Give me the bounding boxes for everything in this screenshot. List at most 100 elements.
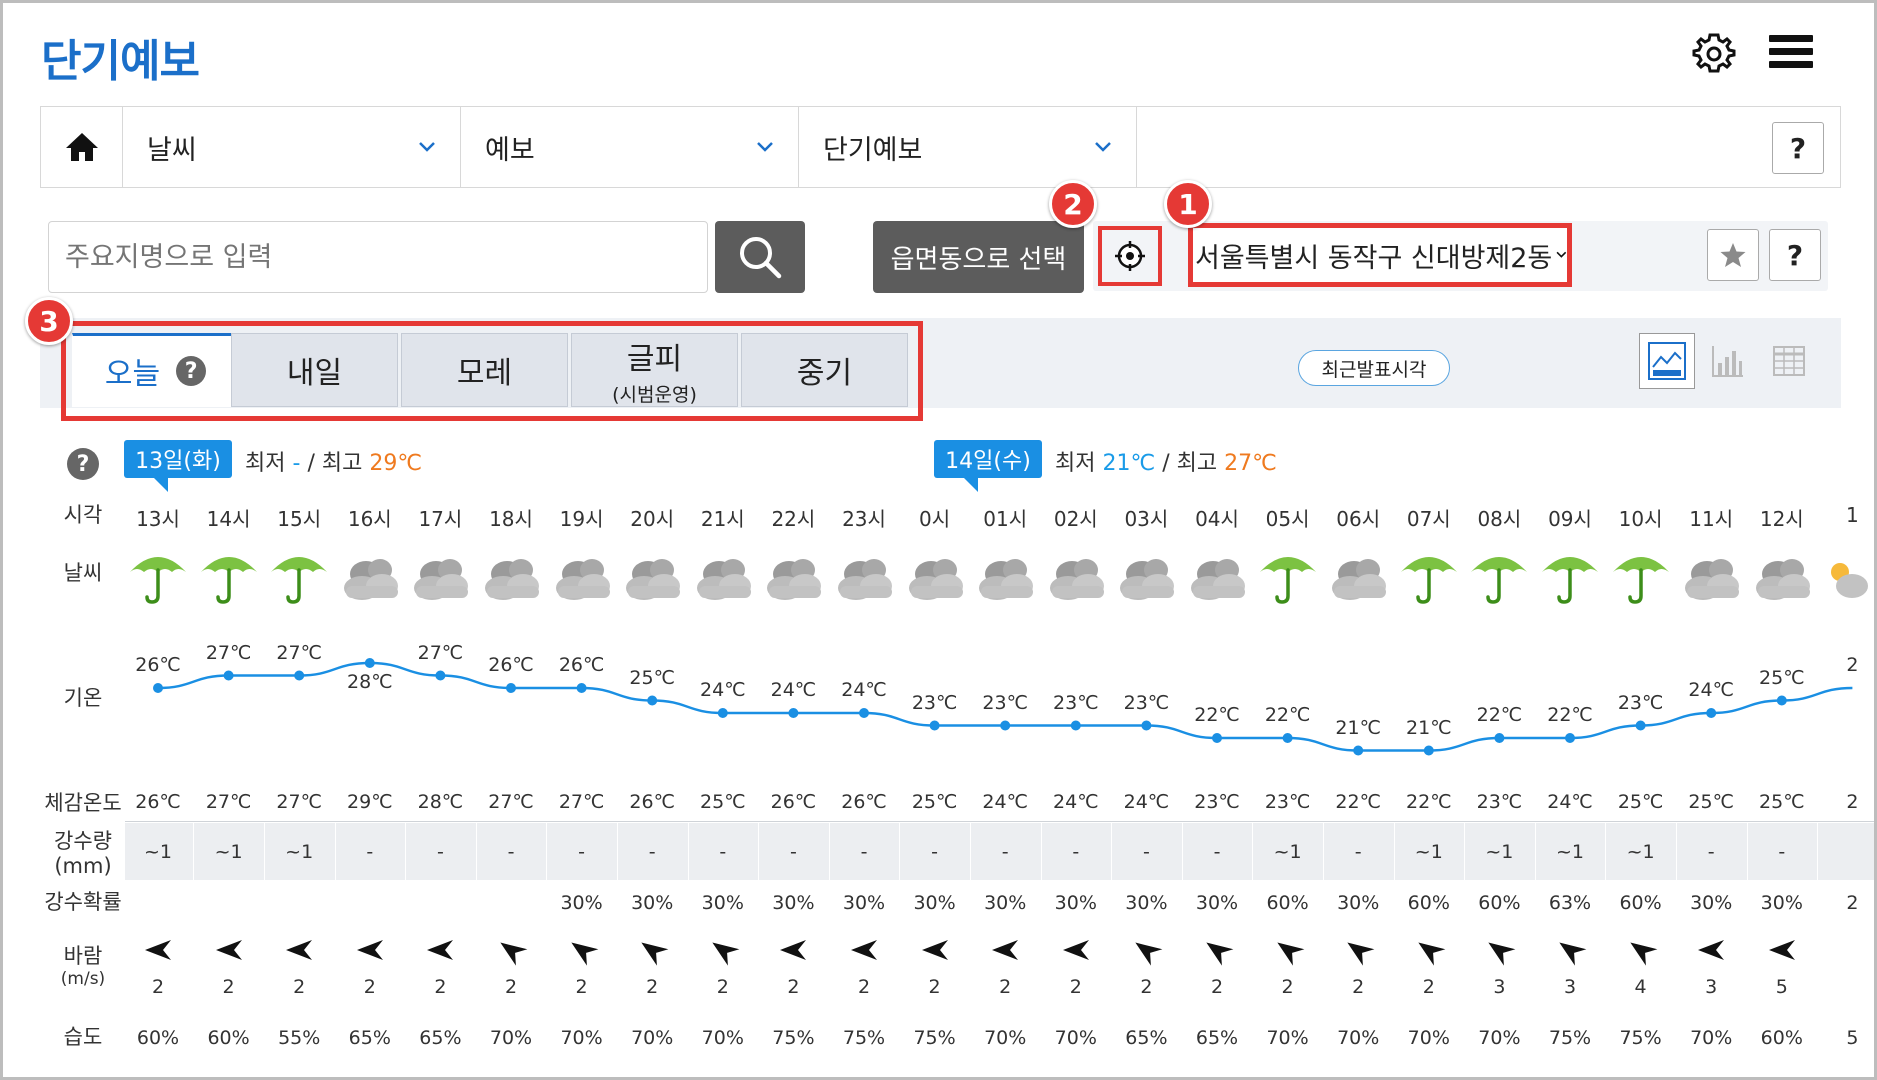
prob-cell: 30% [701,892,744,914]
humidity-cell: 70% [489,1027,533,1049]
temperature-line [157,661,1853,752]
humidity-cell: 65% [1125,1027,1168,1049]
humidity-cell: 75% [772,1027,815,1049]
row-label-prob: 강수확률 [44,890,122,914]
wind-arrow-icon [900,938,970,967]
wind-speed-cell: 2 [151,976,165,998]
humidity-cell: 75% [913,1027,956,1049]
precip-cell: ~1 [143,841,172,863]
precip-cell-divider [193,823,195,880]
temperature-point [1565,733,1575,743]
wind-arrow-icon [123,938,193,967]
prob-cell: 60% [1407,892,1450,914]
temperature-point [859,708,869,718]
wind-arrow-icon [1394,938,1464,967]
precip-label: 강수량 [54,829,112,853]
precip-cell: - [366,841,374,863]
humidity-cell: 70% [984,1027,1027,1049]
wind-speed-cell: 2 [716,976,729,998]
humidity-cell: 55% [278,1027,321,1049]
wind-arrow-icon [405,938,475,967]
precip-cell-divider [1817,823,1819,880]
wind-arrow-icon [1253,938,1323,967]
humidity-cell: 70% [1690,1027,1733,1049]
wind-arrow-icon [1182,938,1252,967]
temperature-point [1635,720,1646,731]
temperature-point [1282,733,1293,743]
temperature-point [364,658,375,668]
humidity-cell: 60% [1760,1027,1803,1049]
prob-cell: 63% [1548,892,1592,914]
humidity-cell: 70% [1337,1027,1380,1049]
wind-speed-cell: 2 [1069,976,1082,998]
precip-cell: - [436,841,444,863]
row-label-humidity: 습도 [63,1025,103,1049]
precip-cell-divider [1181,823,1183,880]
precip-cell: - [648,841,656,863]
wind-speed-cell: 2 [787,976,800,998]
precip-cell: - [860,841,868,863]
wind-speed-cell: 2 [575,976,588,998]
precip-cell-divider [475,823,477,880]
wind-arrow-icon [547,938,617,967]
precip-cell-divider [899,823,901,880]
page-frame: 단기예보 날씨 예보 단기예보 ? 주요지명으로 입력 읍면동으로 선택 서울특… [0,0,1877,1080]
wind-speed-cell: 2 [928,976,941,998]
temperature-point [223,670,234,681]
temperature-point [647,695,658,706]
wind-speed-cell: 2 [504,976,518,998]
precip-cell: ~1 [1414,841,1443,863]
temperature-point [506,683,516,693]
prob-cell: 30% [1760,892,1803,914]
precip-cell-divider [1322,823,1324,880]
temperature-point [1423,745,1434,756]
wind-arrow-icon [194,938,264,967]
humidity-cell: 70% [1407,1027,1450,1049]
temperature-point [1141,720,1152,731]
temperature-point [435,670,446,681]
prob-cell: 30% [1054,892,1097,914]
wind-speed-cell: 2 [293,976,306,998]
precip-cell-divider [969,823,971,880]
precip-cell: ~1 [1555,841,1584,863]
prob-cell: 30% [913,892,956,914]
wind-arrow-icon [335,938,405,967]
temperature-point [929,720,940,731]
humidity-cell: 70% [1054,1027,1097,1049]
wind-arrow-icon [1535,938,1605,967]
row-label-precip: 강수량 (mm) [33,829,133,879]
wind-speed-cell: 2 [1281,976,1294,998]
precip-cell: - [1001,841,1009,863]
prob-cell: 30% [560,892,603,914]
prob-cell: 30% [1337,892,1380,914]
prob-cell: 60% [1266,892,1309,914]
wind-speed-cell: 2 [646,976,659,998]
prob-cell: 30% [984,892,1027,914]
wind-speed-cell: 2 [1352,976,1365,998]
temperature-point [1353,745,1364,756]
precip-cell: - [1213,841,1221,863]
prob-cell: 60% [1478,892,1521,914]
wind-speed-cell: 2 [1140,976,1153,998]
precip-cell: ~1 [214,841,243,863]
precip-unit: (mm) [54,854,112,879]
wind-arrow-icon [617,938,687,967]
precip-cell: - [1072,841,1080,863]
humidity-cell: 60% [136,1027,180,1049]
wind-arrow-icon [1676,938,1746,967]
wind-arrow-icon [1747,938,1817,967]
prob-cell: 30% [631,892,674,914]
precip-cell-divider [546,823,548,880]
temperature-point [717,708,728,718]
precip-cell: - [1707,841,1715,863]
precip-cell: - [507,841,515,863]
wind-speed-cell: 5 [1775,976,1788,998]
precip-cell-divider [828,823,830,880]
prob-cell: 30% [1195,892,1239,914]
precip-cell: ~1 [1485,841,1514,863]
wind-speed-cell: 2 [363,976,376,998]
precip-cell: - [719,841,727,863]
wind-speed-cell: 2 [434,976,447,998]
wind-arrow-icon [1606,938,1676,967]
precip-cell: - [1142,841,1150,863]
